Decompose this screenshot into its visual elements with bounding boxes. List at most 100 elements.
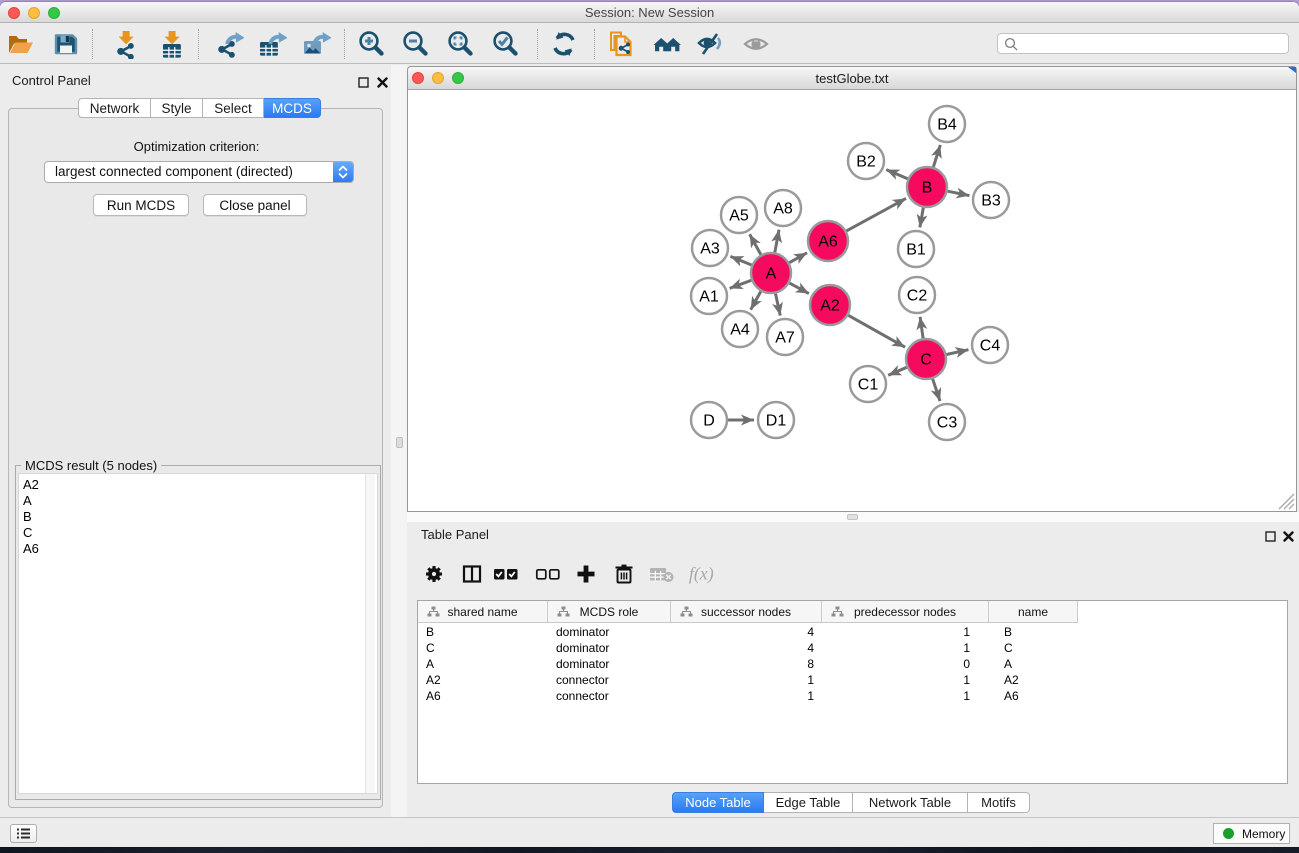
table-row[interactable]: Bdominator41B: [418, 624, 1078, 640]
show-panels-button[interactable]: [10, 824, 37, 843]
node-C4[interactable]: C4: [972, 327, 1008, 363]
function-builder-button[interactable]: f(x): [687, 556, 719, 592]
node-C1[interactable]: C1: [850, 366, 886, 402]
node-B2[interactable]: B2: [848, 143, 884, 179]
delete-column-button[interactable]: [608, 556, 640, 592]
optimization-criterion-dropdown[interactable]: largest connected component (directed): [44, 161, 354, 183]
edge-C-C1[interactable]: [888, 367, 907, 375]
tab-edge-table[interactable]: Edge Table: [764, 792, 853, 813]
edge-C-C3[interactable]: [933, 379, 940, 401]
node-D[interactable]: D: [691, 402, 727, 438]
node-B3[interactable]: B3: [973, 182, 1009, 218]
mcds-result-item[interactable]: A: [19, 493, 377, 509]
table-row[interactable]: A6connector11A6: [418, 688, 1078, 704]
node-B[interactable]: B: [907, 167, 947, 207]
edge-A-A5[interactable]: [750, 234, 761, 254]
edge-B-B4[interactable]: [933, 145, 940, 167]
column-header-predecessor-nodes[interactable]: predecessor nodes: [822, 601, 989, 622]
node-C[interactable]: C: [906, 339, 946, 379]
edge-B-B3[interactable]: [948, 191, 970, 195]
export-table-button[interactable]: [255, 27, 289, 61]
resize-grip-icon[interactable]: [1275, 490, 1295, 510]
table-options-button[interactable]: [418, 556, 450, 592]
delete-table-button[interactable]: [646, 556, 678, 592]
edge-A-A3[interactable]: [730, 256, 751, 265]
table-row[interactable]: A2connector11A2: [418, 672, 1078, 688]
table-row[interactable]: Cdominator41C: [418, 640, 1078, 656]
node-A7[interactable]: A7: [767, 319, 803, 355]
edge-B-B2[interactable]: [886, 170, 907, 179]
column-header-MCDS-role[interactable]: MCDS role: [548, 601, 671, 622]
close-panel-button-mcds[interactable]: Close panel: [203, 194, 307, 216]
column-layout-button[interactable]: [456, 556, 488, 592]
horizontal-splitter[interactable]: [407, 512, 1299, 522]
node-A8[interactable]: A8: [765, 190, 801, 226]
node-C3[interactable]: C3: [929, 404, 965, 440]
network-canvas[interactable]: AA1A2A3A4A5A6A7A8BB1B2B3B4CC1C2C3C4DD1: [408, 91, 1296, 511]
import-table-button[interactable]: [155, 27, 189, 61]
run-mcds-button[interactable]: Run MCDS: [93, 194, 189, 216]
column-header-name[interactable]: name: [989, 601, 1078, 622]
search-input[interactable]: [1022, 35, 1282, 52]
mcds-result-item[interactable]: B: [19, 509, 377, 525]
mcds-result-item[interactable]: A2: [19, 477, 377, 493]
float-panel-button[interactable]: [356, 75, 370, 89]
add-column-button[interactable]: [570, 556, 602, 592]
export-image-button[interactable]: [299, 27, 333, 61]
import-network-button[interactable]: [109, 27, 143, 61]
deselect-all-button[interactable]: [532, 556, 564, 592]
show-graphics-details-button[interactable]: [739, 27, 773, 61]
node-A3[interactable]: A3: [692, 230, 728, 266]
mcds-result-list[interactable]: A2ABCA6: [18, 473, 378, 794]
mcds-result-item[interactable]: A6: [19, 541, 377, 557]
tab-network[interactable]: Network: [78, 98, 151, 118]
tab-motifs[interactable]: Motifs: [968, 792, 1030, 813]
splitter-grip[interactable]: [847, 514, 858, 520]
edge-C-C2[interactable]: [920, 317, 923, 338]
tab-select[interactable]: Select: [203, 98, 264, 118]
memory-button[interactable]: Memory: [1213, 823, 1290, 844]
node-A1[interactable]: A1: [691, 278, 727, 314]
column-header-shared-name[interactable]: shared name: [418, 601, 548, 622]
node-B4[interactable]: B4: [929, 106, 965, 142]
edge-A-A8[interactable]: [775, 230, 779, 253]
node-C2[interactable]: C2: [899, 277, 935, 313]
edge-A-A1[interactable]: [730, 280, 752, 288]
hide-graphics-details-button[interactable]: [694, 27, 728, 61]
vertical-splitter[interactable]: [391, 65, 407, 817]
tab-mcds[interactable]: MCDS: [264, 98, 321, 118]
edge-A6-B[interactable]: [846, 198, 905, 230]
scrollbar-track[interactable]: [365, 474, 375, 793]
zoom-out-button[interactable]: [398, 27, 432, 61]
edge-A-A2[interactable]: [789, 283, 808, 294]
edge-C-C4[interactable]: [947, 350, 969, 355]
edge-A-A4[interactable]: [751, 291, 761, 309]
zoom-in-button[interactable]: [354, 27, 388, 61]
node-A2[interactable]: A2: [810, 285, 850, 325]
network-overview-button[interactable]: [650, 27, 684, 61]
apply-layout-button[interactable]: [547, 27, 581, 61]
clone-network-button[interactable]: [604, 27, 638, 61]
tab-style[interactable]: Style: [151, 98, 203, 118]
zoom-selected-button[interactable]: [488, 27, 522, 61]
column-header-successor-nodes[interactable]: successor nodes: [671, 601, 822, 622]
mcds-result-item[interactable]: C: [19, 525, 377, 541]
close-panel-button[interactable]: [375, 75, 389, 89]
node-A6[interactable]: A6: [808, 221, 848, 261]
node-A5[interactable]: A5: [721, 197, 757, 233]
export-network-button[interactable]: [212, 27, 246, 61]
edge-B-B1[interactable]: [920, 208, 923, 228]
select-all-button[interactable]: [490, 556, 522, 592]
tab-network-table[interactable]: Network Table: [853, 792, 968, 813]
edge-A-A7[interactable]: [775, 294, 780, 316]
tab-node-table[interactable]: Node Table: [672, 792, 764, 813]
float-panel-button[interactable]: [1263, 529, 1277, 543]
node-A4[interactable]: A4: [722, 311, 758, 347]
edge-A2-C[interactable]: [848, 315, 905, 347]
close-panel-button[interactable]: [1281, 529, 1295, 543]
save-session-button[interactable]: [49, 27, 83, 61]
edge-A-A6[interactable]: [789, 253, 807, 263]
open-file-button[interactable]: [4, 27, 38, 61]
table-row[interactable]: Adominator80A: [418, 656, 1078, 672]
node-table[interactable]: shared name MCDS role successor nodes pr…: [417, 600, 1288, 784]
